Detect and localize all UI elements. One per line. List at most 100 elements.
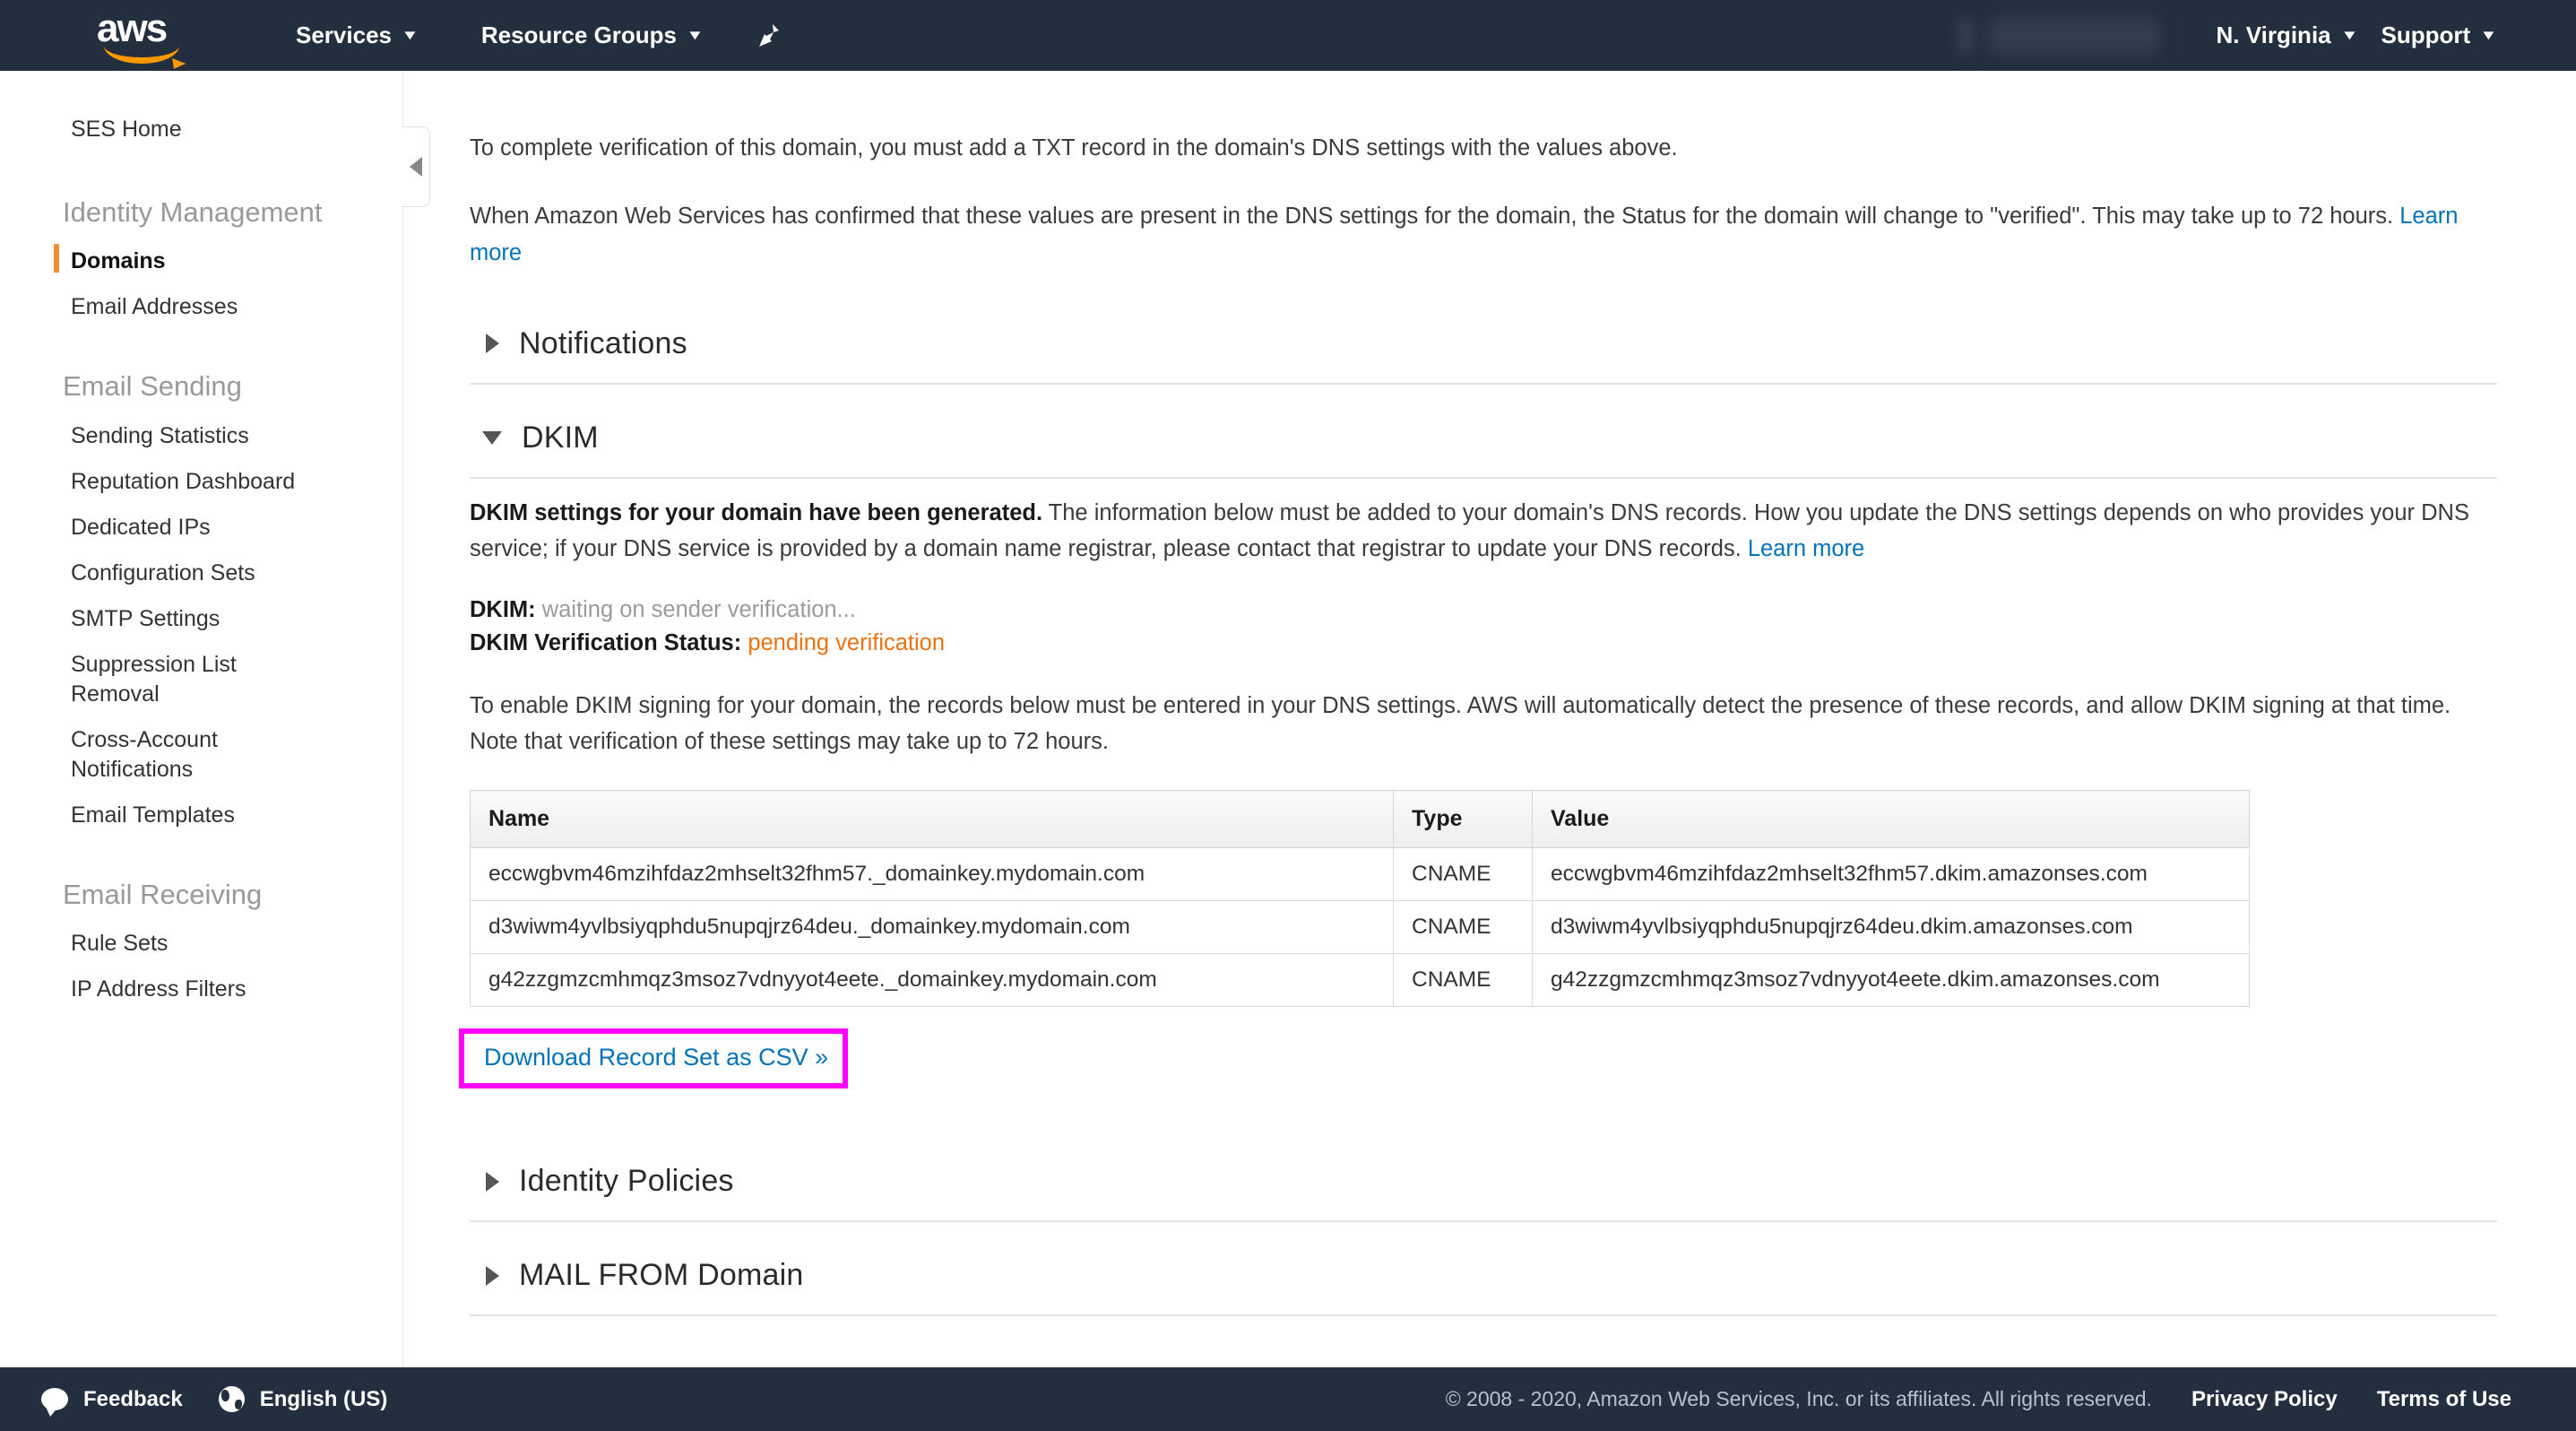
section-mail-from-domain: MAIL FROM Domain	[470, 1235, 2497, 1316]
footer-left-group: Feedback English (US)	[41, 1386, 387, 1412]
globe-icon	[219, 1386, 245, 1412]
chevron-right-icon	[486, 1172, 499, 1192]
language-selector[interactable]: English (US)	[219, 1386, 388, 1412]
chevron-right-icon	[486, 334, 499, 353]
nav-resource-groups-menu[interactable]: Resource Groups ▼	[469, 0, 714, 71]
nav-left-group: aws Services ▼ Resource Groups ▼	[0, 0, 790, 71]
identity-policies-section-toggle[interactable]: Identity Policies	[470, 1140, 2497, 1220]
dkim-lead-paragraph: DKIM settings for your domain have been …	[470, 495, 2497, 568]
dkim-enable-note: To enable DKIM signing for your domain, …	[470, 688, 2497, 760]
chevron-down-icon: ▼	[401, 28, 419, 43]
sidebar-item-email-addresses[interactable]: Email Addresses	[0, 284, 402, 330]
cell-name: d3wiwm4yvlbsiyqphdu5nupqjrz64deu._domain…	[471, 901, 1394, 954]
sidebar-item-sending-statistics[interactable]: Sending Statistics	[0, 413, 402, 459]
column-header-name: Name	[471, 791, 1394, 848]
spacer	[470, 1088, 2497, 1128]
cell-type: CNAME	[1394, 901, 1533, 954]
intro-paragraph: To complete verification of this domain,…	[470, 130, 2497, 166]
cell-name: g42zzgmzcmhmqz3msoz7vdnyyot4eete._domain…	[471, 954, 1394, 1007]
feedback-button[interactable]: Feedback	[41, 1387, 183, 1412]
dkim-status-line: DKIM: waiting on sender verification...	[470, 594, 2497, 626]
sidebar-item-reputation-dashboard[interactable]: Reputation Dashboard	[0, 459, 402, 505]
chevron-down-icon: ▼	[2340, 28, 2358, 43]
section-notifications: Notifications	[470, 303, 2497, 385]
nav-services-menu[interactable]: Services ▼	[283, 0, 429, 71]
sidebar-item-rule-sets[interactable]: Rule Sets	[0, 921, 402, 967]
chevron-down-icon	[482, 431, 502, 445]
mail-from-domain-section-title: MAIL FROM Domain	[519, 1258, 803, 1293]
download-record-set-csv-link[interactable]: Download Record Set as CSV »	[484, 1044, 828, 1071]
pin-glyph	[757, 22, 781, 49]
sidebar-heading-email-sending: Email Sending	[0, 369, 323, 405]
confirmation-text: When Amazon Web Services has confirmed t…	[470, 204, 2393, 229]
account-blob-small	[1958, 18, 1973, 54]
speech-bubble-icon	[41, 1388, 68, 1410]
dkim-records-table: Name Type Value eccwgbvm46mzihfdaz2mhsel…	[470, 790, 2250, 1007]
top-navigation-bar: aws Services ▼ Resource Groups ▼ N. Virg…	[0, 0, 2576, 71]
chevron-down-icon: ▼	[2480, 28, 2498, 43]
main-content: To complete verification of this domain,…	[403, 71, 2576, 1367]
aws-logo-text: aws	[97, 13, 195, 45]
sidebar-collapse-button[interactable]	[402, 126, 430, 207]
chevron-right-icon	[486, 1266, 499, 1286]
confirmation-paragraph: When Amazon Web Services has confirmed t…	[470, 198, 2497, 271]
sidebar-item-cross-account-notifications[interactable]: Cross-Account Notifications	[0, 717, 296, 793]
table-row: d3wiwm4yvlbsiyqphdu5nupqjrz64deu._domain…	[471, 901, 2250, 954]
dkim-section-toggle[interactable]: DKIM	[470, 397, 2497, 477]
status-badge: pending verification	[748, 630, 945, 655]
page-body: SES Home Identity Management Domains Ema…	[0, 71, 2576, 1367]
notifications-section-title: Notifications	[519, 326, 687, 361]
sidebar-item-configuration-sets[interactable]: Configuration Sets	[0, 551, 402, 596]
language-label: English (US)	[260, 1387, 388, 1412]
sidebar-navigation: SES Home Identity Management Domains Ema…	[0, 71, 403, 1367]
mail-from-domain-section-toggle[interactable]: MAIL FROM Domain	[470, 1235, 2497, 1314]
privacy-policy-link[interactable]: Privacy Policy	[2191, 1387, 2338, 1412]
dkim-verification-status-line: DKIM Verification Status: pending verifi…	[470, 627, 2497, 659]
identity-policies-section-title: Identity Policies	[519, 1164, 734, 1199]
sidebar-item-dedicated-ips[interactable]: Dedicated IPs	[0, 505, 402, 551]
sidebar-item-ip-address-filters[interactable]: IP Address Filters	[0, 967, 402, 1012]
table-row: eccwgbvm46mzihfdaz2mhselt32fhm57._domain…	[471, 848, 2250, 901]
sidebar-item-ses-home[interactable]: SES Home	[0, 107, 402, 152]
nav-region-label: N. Virginia	[2217, 22, 2331, 49]
sidebar-item-suppression-list-removal[interactable]: Suppression List Removal	[0, 642, 296, 717]
section-divider	[470, 1314, 2497, 1316]
sidebar-heading-identity-management: Identity Management	[0, 195, 323, 231]
learn-more-link-dkim[interactable]: Learn more	[1748, 536, 1864, 561]
aws-logo-smile-icon	[104, 46, 179, 64]
table-row: g42zzgmzcmhmqz3msoz7vdnyyot4eete._domain…	[471, 954, 2250, 1007]
nav-right-group: N. Virginia ▼ Support ▼	[1958, 0, 2576, 71]
cell-type: CNAME	[1394, 954, 1533, 1007]
feedback-label: Feedback	[83, 1387, 183, 1412]
cell-value: g42zzgmzcmhmqz3msoz7vdnyyot4eete.dkim.am…	[1533, 954, 2250, 1007]
dkim-verification-label: DKIM Verification Status:	[470, 630, 741, 655]
aws-logo[interactable]: aws	[97, 13, 195, 59]
chevron-left-icon	[410, 157, 422, 177]
notifications-section-toggle[interactable]: Notifications	[470, 303, 2497, 383]
dkim-lead-bold: DKIM settings for your domain have been …	[470, 500, 1042, 525]
dkim-section-title: DKIM	[522, 421, 599, 455]
chevron-down-icon: ▼	[686, 28, 704, 43]
dkim-section-body: DKIM settings for your domain have been …	[470, 479, 2497, 1129]
pin-icon[interactable]	[748, 0, 790, 71]
section-divider	[470, 1220, 2497, 1222]
footer-right-group: © 2008 - 2020, Amazon Web Services, Inc.…	[1446, 1387, 2511, 1412]
section-identity-policies: Identity Policies	[470, 1140, 2497, 1222]
page-footer: Feedback English (US) © 2008 - 2020, Ama…	[0, 1367, 2576, 1431]
sidebar-item-smtp-settings[interactable]: SMTP Settings	[0, 596, 402, 642]
terms-of-use-link[interactable]: Terms of Use	[2377, 1387, 2511, 1412]
account-menu-redacted[interactable]	[1958, 18, 2165, 54]
download-csv-highlight-box: Download Record Set as CSV »	[459, 1028, 848, 1088]
nav-region-menu[interactable]: N. Virginia ▼	[2204, 0, 2369, 71]
sidebar-item-email-templates[interactable]: Email Templates	[0, 793, 402, 838]
dkim-status-label: DKIM:	[470, 597, 536, 622]
dkim-status-value: waiting on sender verification...	[542, 597, 856, 622]
cell-value: eccwgbvm46mzihfdaz2mhselt32fhm57.dkim.am…	[1533, 848, 2250, 901]
nav-support-label: Support	[2381, 22, 2470, 49]
sidebar-item-domains[interactable]: Domains	[0, 238, 402, 284]
table-header-row: Name Type Value	[471, 791, 2250, 848]
nav-support-menu[interactable]: Support ▼	[2368, 0, 2508, 71]
column-header-value: Value	[1533, 791, 2250, 848]
copyright-text: © 2008 - 2020, Amazon Web Services, Inc.…	[1446, 1387, 2152, 1411]
section-divider	[470, 383, 2497, 385]
